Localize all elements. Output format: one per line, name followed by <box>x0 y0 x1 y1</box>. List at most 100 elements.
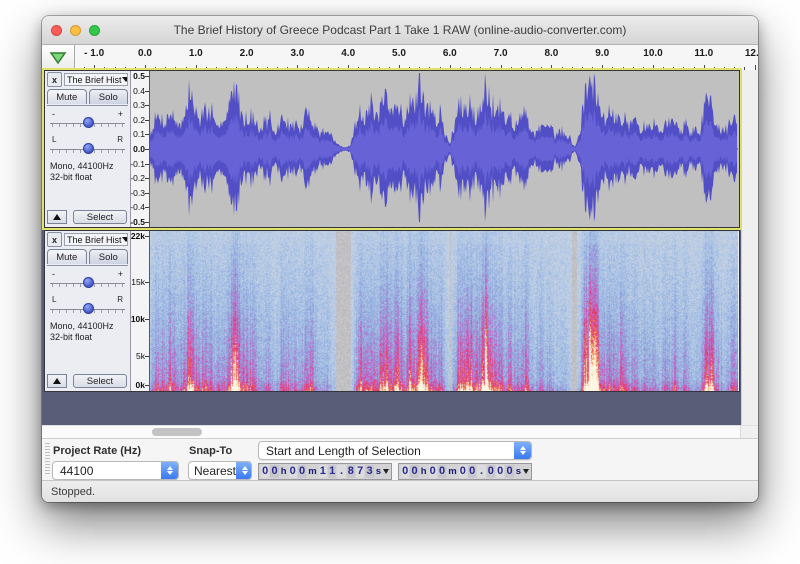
time-digit[interactable]: 0 <box>459 465 467 478</box>
time-digit[interactable]: 0 <box>298 465 306 478</box>
time-digit[interactable]: 0 <box>261 465 269 478</box>
time-digit[interactable]: . <box>477 465 485 478</box>
time-digit[interactable]: 0 <box>438 465 446 478</box>
track2-collapse-button[interactable] <box>47 374 67 388</box>
ruler-time-label: 8.0 <box>535 48 567 59</box>
time-digit[interactable]: 0 <box>410 465 418 478</box>
time-digit[interactable]: 0 <box>270 465 278 478</box>
close-window-button[interactable] <box>51 25 62 36</box>
time-digit[interactable]: 7 <box>356 465 364 478</box>
track-row-spectrogram: x The Brief Hist Mute Solo - + <box>44 230 740 392</box>
track2-solo-button[interactable]: Solo <box>89 249 129 264</box>
track1-waveform-view[interactable] <box>150 71 739 227</box>
time-digit[interactable]: 0 <box>429 465 437 478</box>
project-rate-combobox[interactable]: 44100 <box>52 461 179 480</box>
track1-pan-thumb[interactable] <box>83 143 94 154</box>
track1-gain-thumb[interactable] <box>83 117 94 128</box>
scale-tick <box>145 385 149 386</box>
time-unit-label: h <box>281 466 287 477</box>
scale-tick <box>145 120 149 121</box>
time-digit[interactable]: 0 <box>401 465 409 478</box>
timefield-dropdown-arrow-icon[interactable] <box>383 469 389 474</box>
track1-close-button[interactable]: x <box>47 72 62 87</box>
track1-solo-button[interactable]: Solo <box>89 89 129 104</box>
track1-info: Mono, 44100Hz 32-bit float <box>50 161 128 183</box>
project-rate-label: Project Rate (Hz) <box>53 445 141 457</box>
scale-tick <box>145 178 149 179</box>
time-digit[interactable]: 0 <box>289 465 297 478</box>
selection-mode-combobox[interactable]: Start and Length of Selection <box>258 441 532 460</box>
window-title: The Brief History of Greece Podcast Part… <box>174 23 627 37</box>
snap-to-value: Nearest <box>194 464 236 478</box>
track2-close-button[interactable]: x <box>47 232 62 247</box>
scale-label: 0.4 <box>133 86 145 96</box>
scale-label: -0.4 <box>130 202 145 212</box>
scale-label: 22k <box>131 231 145 241</box>
time-digit[interactable]: 0 <box>496 465 504 478</box>
time-unit-label: m <box>308 466 316 477</box>
track1-select-button[interactable]: Select <box>73 210 127 224</box>
selection-length-timefield[interactable]: 00h00m00.000s <box>398 463 532 480</box>
scale-label: 0.3 <box>133 100 145 110</box>
ruler-time-label: 12.0 <box>739 48 758 59</box>
vertical-scrollbar[interactable] <box>741 70 758 425</box>
scale-label: 0k <box>136 380 145 390</box>
snap-to-label: Snap-To <box>189 445 232 457</box>
horizontal-scrollbar-thumb[interactable] <box>152 428 202 436</box>
pinned-play-head-button[interactable] <box>42 45 75 70</box>
timefield-dropdown-arrow-icon[interactable] <box>523 469 529 474</box>
scale-label: -0.2 <box>130 173 145 183</box>
time-digit[interactable]: 1 <box>328 465 336 478</box>
selection-start-timefield[interactable]: 00h00m11.873s <box>258 463 392 480</box>
scale-tick <box>145 105 149 106</box>
track1-pan-slider[interactable]: L R <box>50 135 125 159</box>
ruler-time-label: 5.0 <box>383 48 415 59</box>
time-unit-label: s <box>376 466 381 477</box>
time-digit[interactable]: 0 <box>468 465 476 478</box>
time-digit[interactable]: 0 <box>487 465 495 478</box>
track1-gain-slider[interactable]: - + <box>50 109 125 133</box>
track2-pan-thumb[interactable] <box>83 303 94 314</box>
time-unit-label: s <box>516 466 521 477</box>
spectrogram-canvas <box>150 231 738 391</box>
track1-vertical-scale[interactable]: 0.50.40.30.20.10.0-0.1-0.2-0.3-0.4-0.5 <box>131 71 150 227</box>
track2-mute-button[interactable]: Mute <box>47 249 87 264</box>
title-bar[interactable]: The Brief History of Greece Podcast Part… <box>42 16 758 45</box>
scale-tick <box>145 193 149 194</box>
window-controls <box>51 25 100 36</box>
ruler-time-label: 4.0 <box>332 48 364 59</box>
snap-to-combobox[interactable]: Nearest <box>188 461 252 480</box>
chevron-down-icon <box>122 237 128 242</box>
scale-tick <box>145 222 149 223</box>
scale-tick <box>145 319 149 320</box>
scale-tick <box>145 282 149 283</box>
time-digit[interactable]: 8 <box>347 465 355 478</box>
track2-pan-slider[interactable]: L R <box>50 295 125 319</box>
timeline-row: - 1.00.01.02.03.04.05.06.07.08.09.010.01… <box>42 45 758 71</box>
track2-name-dropdown[interactable]: The Brief Hist <box>64 233 128 246</box>
zoom-window-button[interactable] <box>89 25 100 36</box>
horizontal-scrollbar[interactable] <box>42 425 758 438</box>
time-digit[interactable]: 3 <box>365 465 373 478</box>
timeline-ruler[interactable]: - 1.00.01.02.03.04.05.06.07.08.09.010.01… <box>75 45 758 70</box>
track2-vertical-scale[interactable]: 22k15k10k5k0k <box>131 231 150 391</box>
ruler-time-label: 0.0 <box>129 48 161 59</box>
track2-info: Mono, 44100Hz 32-bit float <box>50 321 128 343</box>
ruler-time-label: - 1.0 <box>78 48 110 59</box>
time-digit[interactable]: . <box>337 465 345 478</box>
minimize-window-button[interactable] <box>70 25 81 36</box>
time-digit[interactable]: 0 <box>505 465 513 478</box>
scale-label: 5k <box>136 351 145 361</box>
track2-gain-slider[interactable]: - + <box>50 269 125 293</box>
ruler-time-label: 6.0 <box>434 48 466 59</box>
track1-name-dropdown[interactable]: The Brief Hist <box>64 73 128 86</box>
track2-select-button[interactable]: Select <box>73 374 127 388</box>
track1-collapse-button[interactable] <box>47 210 67 224</box>
track2-gain-thumb[interactable] <box>83 277 94 288</box>
toolbar-grip-handle[interactable] <box>45 443 50 476</box>
pan-left-label: L <box>52 135 56 144</box>
time-digit[interactable]: 1 <box>319 465 327 478</box>
time-unit-label: m <box>448 466 456 477</box>
track2-spectrogram-view[interactable] <box>150 231 739 391</box>
track1-mute-button[interactable]: Mute <box>47 89 87 104</box>
